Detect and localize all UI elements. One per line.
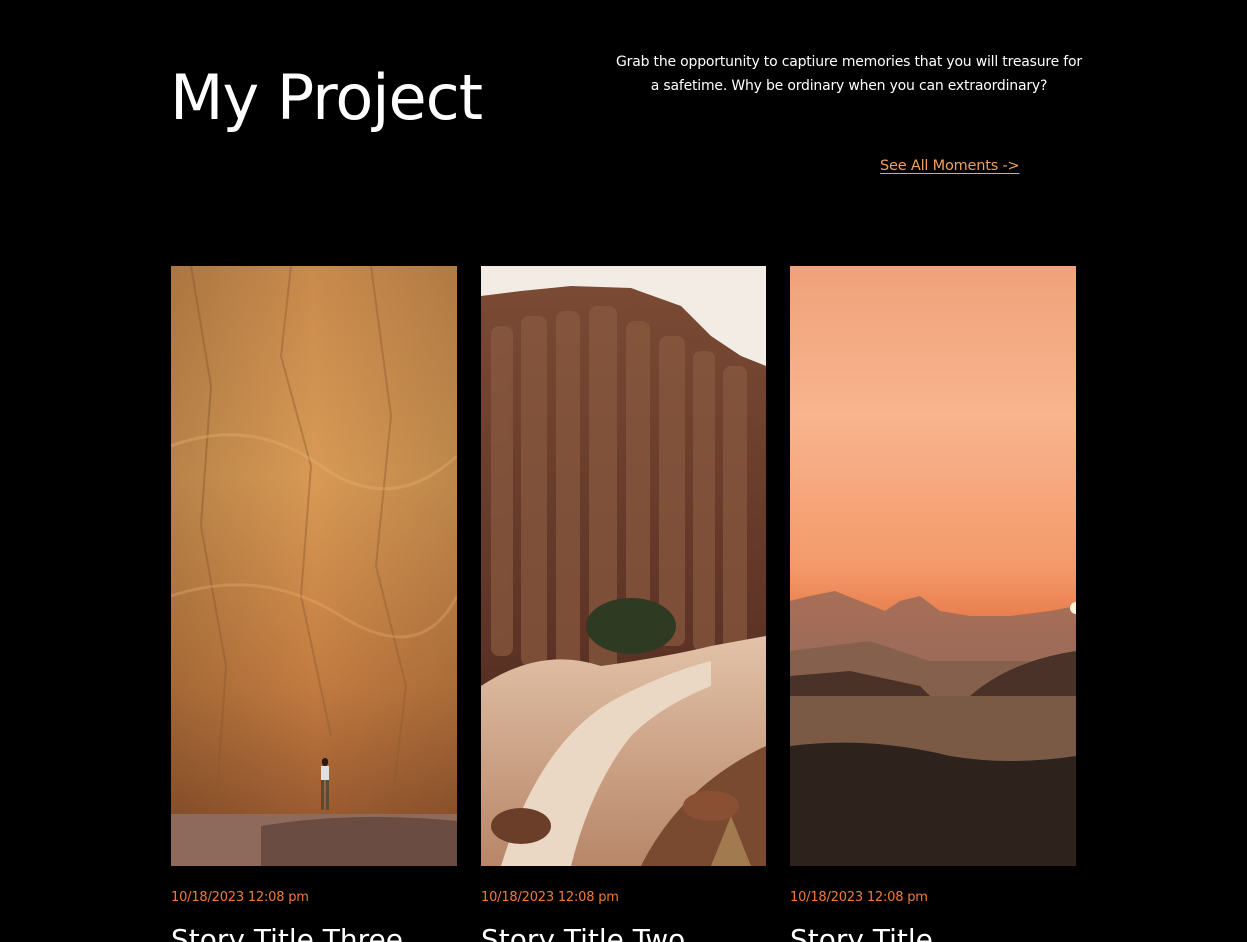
story-card[interactable]: 10/18/2023 12:08 pm Story Title Three (171, 266, 457, 942)
story-date: 10/18/2023 12:08 pm (481, 890, 619, 905)
story-image-rock-formations[interactable] (481, 266, 766, 866)
story-title[interactable]: Story Title Three (171, 921, 403, 942)
story-date: 10/18/2023 12:08 pm (171, 890, 309, 905)
story-card[interactable]: 10/18/2023 12:08 pm Story Title (790, 266, 1076, 942)
story-card[interactable]: 10/18/2023 12:08 pm Story Title Two (481, 266, 766, 942)
story-title[interactable]: Story Title (790, 921, 933, 942)
page: My Project Grab the opportunity to capti… (0, 0, 1247, 942)
see-all-moments-link[interactable]: See All Moments -> (880, 155, 1020, 177)
story-title[interactable]: Story Title Two (481, 921, 685, 942)
page-title: My Project (170, 61, 483, 134)
tagline: Grab the opportunity to captiure memorie… (616, 54, 1082, 94)
story-date: 10/18/2023 12:08 pm (790, 890, 928, 905)
story-image-canyon-wall[interactable] (171, 266, 457, 866)
story-image-desert-sunset[interactable] (790, 266, 1076, 866)
